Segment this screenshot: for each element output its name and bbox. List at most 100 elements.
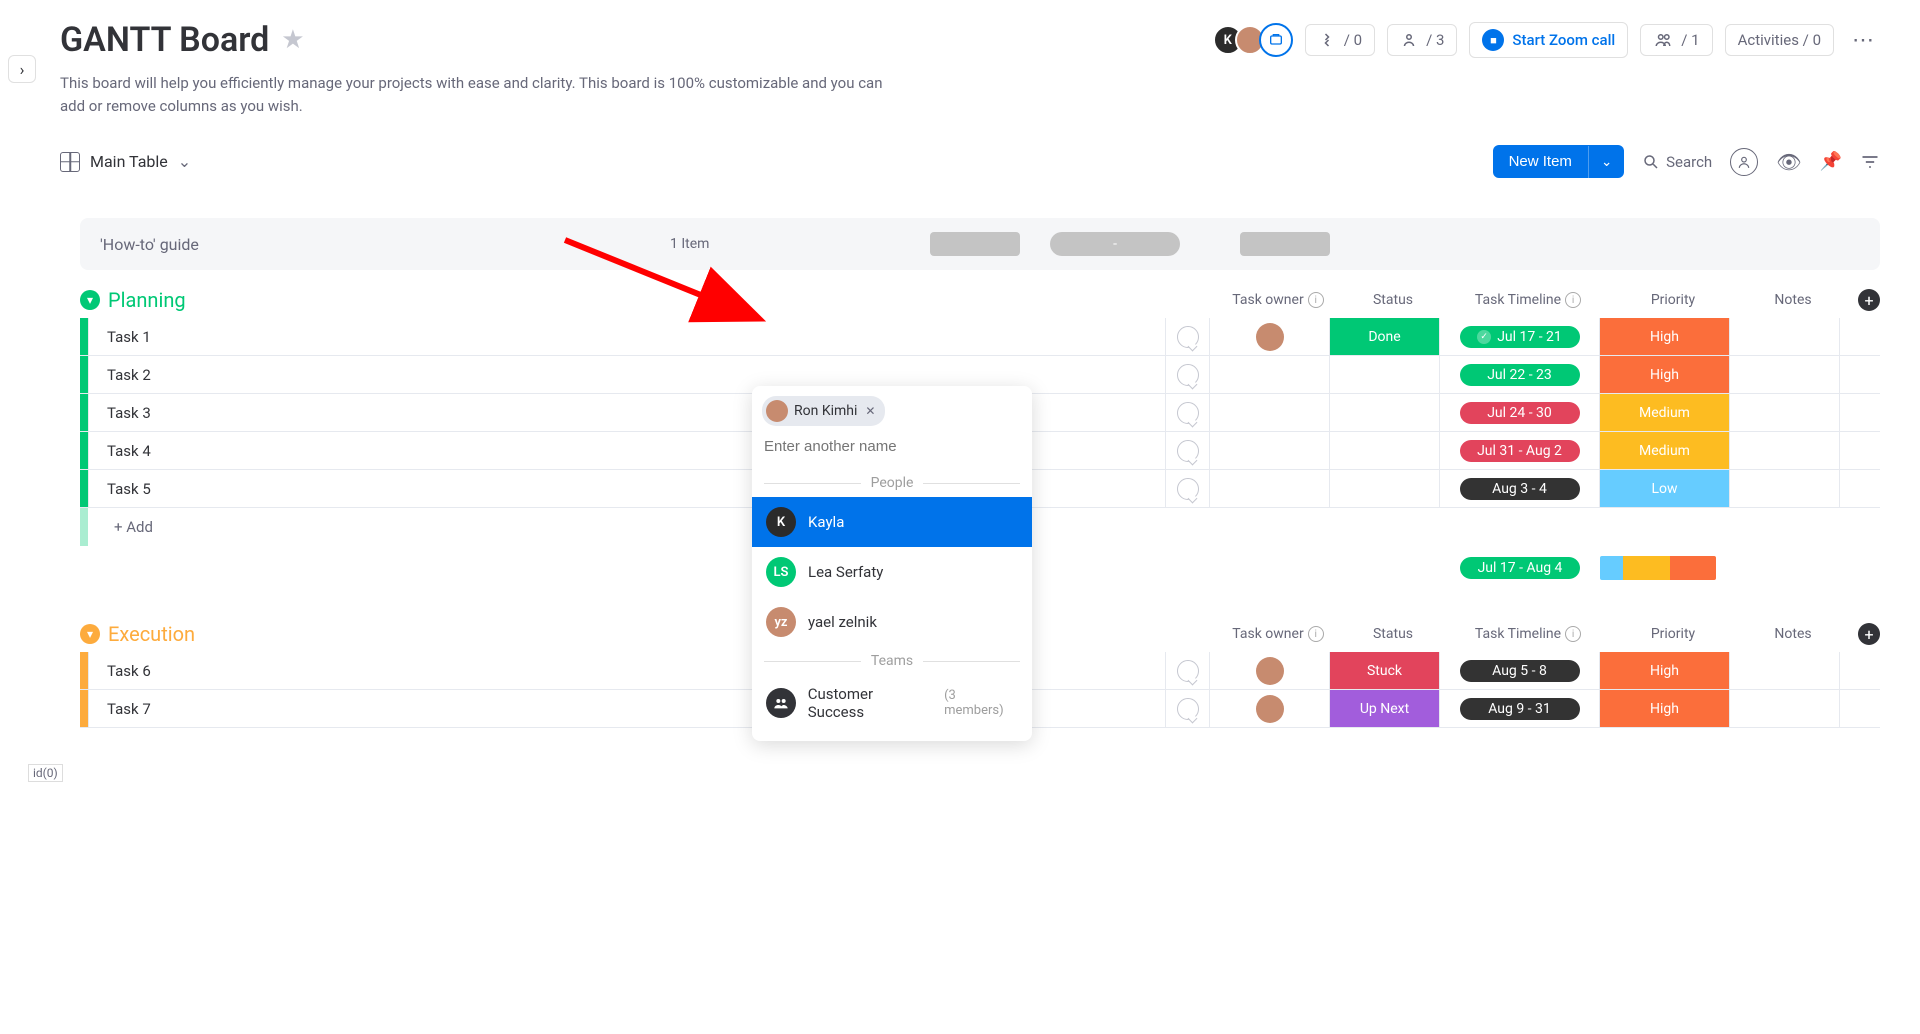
collapse-group-icon[interactable]: ▾ [80, 290, 100, 310]
more-options-icon[interactable]: ⋯ [1846, 28, 1880, 53]
person-option[interactable]: LSLea Serfaty [752, 547, 1032, 597]
notes-cell[interactable] [1730, 394, 1840, 431]
integrations-right[interactable]: / 3 [1387, 24, 1457, 56]
column-header-notes[interactable]: Notes [1738, 623, 1848, 645]
notes-cell[interactable] [1730, 318, 1840, 355]
status-cell[interactable]: Done [1330, 318, 1440, 355]
integrations-left[interactable]: / 0 [1305, 24, 1375, 56]
timeline-cell[interactable]: Jul 24 - 30 [1440, 394, 1600, 431]
chat-icon[interactable] [1166, 470, 1210, 507]
placeholder: - [1050, 232, 1180, 256]
chat-icon[interactable] [1166, 356, 1210, 393]
priority-cell[interactable]: High [1600, 356, 1730, 393]
priority-cell[interactable]: High [1600, 652, 1730, 689]
table-icon [60, 152, 80, 172]
members-button[interactable]: / 1 [1640, 24, 1712, 56]
expand-sidebar-button[interactable]: › [8, 55, 36, 83]
board-title[interactable]: GANTT Board [60, 20, 269, 60]
priority-cell[interactable]: High [1600, 318, 1730, 355]
info-icon[interactable]: i [1565, 626, 1581, 642]
zoom-icon: ■ [1482, 29, 1504, 51]
column-header-priority[interactable]: Priority [1608, 289, 1738, 311]
owner-cell[interactable] [1210, 470, 1330, 507]
status-cell[interactable] [1330, 356, 1440, 393]
chat-icon[interactable] [1166, 432, 1210, 469]
status-cell[interactable] [1330, 394, 1440, 431]
team-option[interactable]: Customer Success (3 members) [752, 675, 1032, 731]
column-header-status[interactable]: Status [1338, 289, 1448, 311]
search-button[interactable]: Search [1642, 153, 1712, 171]
filter-icon[interactable] [1860, 152, 1880, 172]
status-cell[interactable]: Stuck [1330, 652, 1440, 689]
info-icon[interactable]: i [1308, 292, 1324, 308]
priority-cell[interactable]: High [1600, 690, 1730, 727]
chat-icon[interactable] [1166, 394, 1210, 431]
notes-cell[interactable] [1730, 432, 1840, 469]
timeline-cell[interactable]: ✓Jul 17 - 21 [1440, 318, 1600, 355]
notes-cell[interactable] [1730, 470, 1840, 507]
pin-icon[interactable]: 📌 [1820, 151, 1842, 172]
group-color-bar [80, 318, 88, 355]
hide-icon[interactable]: 👁 [1776, 150, 1801, 174]
howto-group-collapsed[interactable]: 'How-to' guide 1 Item - [80, 218, 1880, 270]
task-name[interactable]: Task 1 [88, 318, 1166, 355]
column-header-timeline[interactable]: Task Timeline i [1448, 623, 1608, 645]
priority-cell[interactable]: Medium [1600, 432, 1730, 469]
info-icon[interactable]: i [1565, 292, 1581, 308]
activities-button[interactable]: Activities / 0 [1725, 24, 1834, 56]
group-color-bar [80, 394, 88, 431]
avatar: LS [766, 557, 796, 587]
add-column-icon[interactable]: + [1858, 623, 1880, 645]
column-header-owner[interactable]: Task owner i [1218, 623, 1338, 645]
owner-cell[interactable] [1210, 652, 1330, 689]
remove-chip-icon[interactable]: ✕ [863, 404, 877, 418]
star-icon[interactable]: ★ [281, 25, 304, 55]
notes-cell[interactable] [1730, 356, 1840, 393]
column-header-timeline[interactable]: Task Timeline i [1448, 289, 1608, 311]
chat-icon[interactable] [1166, 318, 1210, 355]
person-option[interactable]: KKayla [752, 497, 1032, 547]
status-cell[interactable]: Up Next [1330, 690, 1440, 727]
start-zoom-button[interactable]: ■ Start Zoom call [1469, 22, 1628, 58]
placeholder [1240, 232, 1330, 256]
board-members-avatars[interactable]: K [1221, 23, 1293, 57]
item-count: 1 Item [670, 236, 800, 252]
timeline-cell[interactable]: Jul 31 - Aug 2 [1440, 432, 1600, 469]
info-icon[interactable]: i [1308, 626, 1324, 642]
notes-cell[interactable] [1730, 690, 1840, 727]
priority-cell[interactable]: Low [1600, 470, 1730, 507]
owner-cell[interactable] [1210, 356, 1330, 393]
column-header-priority[interactable]: Priority [1608, 623, 1738, 645]
people-search-input[interactable] [764, 434, 1020, 459]
group-title: 'How-to' guide [100, 235, 670, 254]
notes-cell[interactable] [1730, 652, 1840, 689]
owner-cell[interactable] [1210, 690, 1330, 727]
collapse-group-icon[interactable]: ▾ [80, 624, 100, 644]
chat-icon[interactable] [1166, 652, 1210, 689]
chevron-down-icon[interactable]: ⌄ [1588, 146, 1624, 178]
avatar [766, 400, 788, 422]
add-column-icon[interactable]: + [1858, 289, 1880, 311]
owner-cell[interactable] [1210, 394, 1330, 431]
column-header-owner[interactable]: Task owner i [1218, 289, 1338, 311]
column-header-notes[interactable]: Notes [1738, 289, 1848, 311]
person-filter-icon[interactable] [1730, 148, 1758, 176]
view-selector[interactable]: Main Table ⌄ [60, 152, 191, 172]
priority-cell[interactable]: Medium [1600, 394, 1730, 431]
timeline-cell[interactable]: Aug 9 - 31 [1440, 690, 1600, 727]
selected-person-chip[interactable]: Ron Kimhi ✕ [762, 396, 885, 426]
timeline-cell[interactable]: Jul 22 - 23 [1440, 356, 1600, 393]
status-cell[interactable] [1330, 432, 1440, 469]
timeline-cell[interactable]: Aug 3 - 4 [1440, 470, 1600, 507]
timeline-cell[interactable]: Aug 5 - 8 [1440, 652, 1600, 689]
owner-cell[interactable] [1210, 318, 1330, 355]
new-item-button[interactable]: New Item ⌄ [1493, 145, 1625, 178]
group-name[interactable]: Execution [108, 622, 195, 646]
person-option[interactable]: yzyael zelnik [752, 597, 1032, 647]
owner-cell[interactable] [1210, 432, 1330, 469]
chat-icon[interactable] [1166, 690, 1210, 727]
column-header-status[interactable]: Status [1338, 623, 1448, 645]
group-name[interactable]: Planning [108, 288, 186, 312]
add-member-icon[interactable] [1259, 23, 1293, 57]
status-cell[interactable] [1330, 470, 1440, 507]
